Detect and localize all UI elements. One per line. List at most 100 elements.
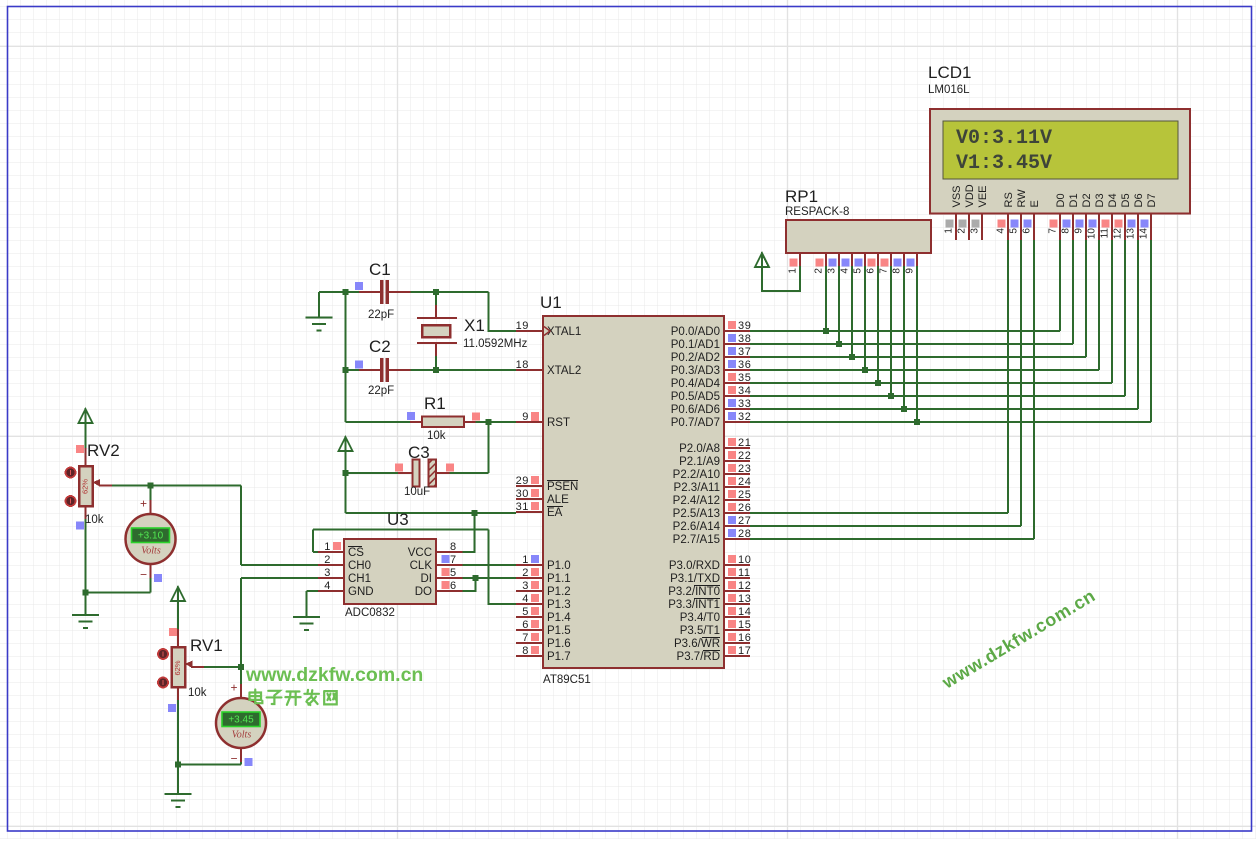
svg-text:P0.4/AD4: P0.4/AD4 bbox=[671, 378, 721, 390]
svg-text:CS: CS bbox=[348, 547, 364, 559]
svg-text:6: 6 bbox=[1022, 228, 1033, 234]
svg-text:28: 28 bbox=[738, 528, 751, 540]
svg-text:15: 15 bbox=[738, 619, 751, 631]
svg-text:www.dzkfw.com.cn: www.dzkfw.com.cn bbox=[245, 664, 423, 686]
svg-text:26: 26 bbox=[738, 502, 751, 514]
svg-text:7: 7 bbox=[1048, 228, 1059, 234]
svg-text:P3.4/T0: P3.4/T0 bbox=[680, 612, 720, 624]
svg-text:62%: 62% bbox=[173, 660, 182, 675]
svg-text:10uF: 10uF bbox=[404, 486, 430, 498]
svg-text:Volts: Volts bbox=[232, 730, 252, 741]
svg-text:18: 18 bbox=[516, 359, 529, 371]
svg-text:P1.4: P1.4 bbox=[547, 612, 571, 624]
svg-text:C2: C2 bbox=[369, 337, 391, 356]
svg-text:1: 1 bbox=[324, 541, 331, 553]
svg-text:DO: DO bbox=[415, 586, 432, 598]
svg-text:VSS: VSS bbox=[951, 185, 963, 207]
svg-text:P2.4/A12: P2.4/A12 bbox=[673, 495, 720, 507]
svg-text:XTAL1: XTAL1 bbox=[547, 326, 581, 338]
svg-text:CH0: CH0 bbox=[348, 560, 371, 572]
svg-text:P3.0/RXD: P3.0/RXD bbox=[669, 560, 720, 572]
svg-text:E: E bbox=[1029, 200, 1041, 207]
svg-text:7: 7 bbox=[879, 268, 890, 274]
svg-text:P3.5/T1: P3.5/T1 bbox=[680, 625, 720, 637]
svg-text:P3.6/WR: P3.6/WR bbox=[674, 638, 720, 650]
svg-text:8: 8 bbox=[450, 541, 457, 553]
svg-text:P2.7/A15: P2.7/A15 bbox=[673, 534, 720, 546]
svg-text:3: 3 bbox=[324, 567, 331, 579]
svg-text:−: − bbox=[230, 752, 237, 766]
svg-text:RST: RST bbox=[547, 417, 570, 429]
svg-text:11.0592MHz: 11.0592MHz bbox=[463, 338, 528, 350]
svg-text:R1: R1 bbox=[424, 394, 446, 413]
svg-text:CLK: CLK bbox=[410, 560, 433, 572]
svg-text:RESPACK-8: RESPACK-8 bbox=[785, 206, 849, 218]
svg-text:13: 13 bbox=[738, 593, 751, 605]
svg-text:27: 27 bbox=[738, 515, 751, 527]
svg-text:EA: EA bbox=[547, 507, 563, 519]
svg-text:10k: 10k bbox=[85, 514, 104, 526]
svg-text:P2.0/A8: P2.0/A8 bbox=[679, 443, 720, 455]
svg-text:VDD: VDD bbox=[964, 184, 976, 207]
svg-text:11: 11 bbox=[1100, 228, 1111, 239]
svg-text:+3.45: +3.45 bbox=[228, 715, 254, 726]
svg-text:D1: D1 bbox=[1068, 193, 1080, 207]
svg-text:P2.2/A10: P2.2/A10 bbox=[673, 469, 720, 481]
svg-text:U1: U1 bbox=[540, 293, 562, 312]
svg-text:D4: D4 bbox=[1107, 193, 1119, 207]
svg-text:14: 14 bbox=[738, 606, 751, 618]
svg-text:+: + bbox=[140, 497, 147, 511]
svg-text:P0.5/AD5: P0.5/AD5 bbox=[671, 391, 720, 403]
svg-text:V0:3.11V: V0:3.11V bbox=[956, 127, 1052, 150]
svg-text:P3.7/RD: P3.7/RD bbox=[677, 651, 720, 663]
svg-text:5: 5 bbox=[853, 268, 864, 274]
svg-text:10: 10 bbox=[1087, 228, 1098, 240]
svg-text:9: 9 bbox=[905, 268, 916, 274]
svg-text:38: 38 bbox=[738, 333, 751, 345]
svg-text:RW: RW bbox=[1016, 189, 1028, 208]
svg-text:Volts: Volts bbox=[141, 546, 161, 557]
svg-text:C1: C1 bbox=[369, 260, 391, 279]
svg-text:P0.7/AD7: P0.7/AD7 bbox=[671, 417, 720, 429]
svg-text:XTAL2: XTAL2 bbox=[547, 365, 581, 377]
svg-text:31: 31 bbox=[516, 501, 529, 513]
svg-text:13: 13 bbox=[1126, 228, 1137, 240]
svg-text:23: 23 bbox=[738, 463, 751, 475]
svg-text:P2.1/A9: P2.1/A9 bbox=[679, 456, 720, 468]
svg-text:8: 8 bbox=[1061, 228, 1072, 234]
svg-text:P2.6/A14: P2.6/A14 bbox=[673, 521, 721, 533]
svg-text:1: 1 bbox=[522, 554, 529, 566]
svg-text:39: 39 bbox=[738, 320, 751, 332]
svg-text:D6: D6 bbox=[1133, 193, 1145, 207]
svg-text:22pF: 22pF bbox=[368, 385, 394, 397]
svg-text:30: 30 bbox=[516, 488, 529, 500]
svg-text:+3.10: +3.10 bbox=[138, 531, 164, 542]
svg-text:P1.5: P1.5 bbox=[547, 625, 571, 637]
svg-text:X1: X1 bbox=[464, 316, 485, 335]
svg-text:4: 4 bbox=[996, 228, 1007, 234]
svg-text:VEE: VEE bbox=[977, 185, 989, 207]
svg-text:AT89C51: AT89C51 bbox=[543, 674, 591, 686]
svg-text:P1.0: P1.0 bbox=[547, 560, 571, 572]
svg-text:3: 3 bbox=[970, 228, 981, 234]
svg-text:6: 6 bbox=[522, 619, 529, 631]
svg-text:2: 2 bbox=[324, 554, 331, 566]
svg-text:9: 9 bbox=[1074, 228, 1085, 234]
svg-text:36: 36 bbox=[738, 359, 751, 371]
svg-text:RP1: RP1 bbox=[785, 187, 818, 206]
svg-text:D0: D0 bbox=[1055, 193, 1067, 207]
svg-text:LM016L: LM016L bbox=[928, 84, 970, 96]
svg-text:P0.1/AD1: P0.1/AD1 bbox=[671, 339, 720, 351]
svg-text:−: − bbox=[140, 568, 147, 582]
svg-text:4: 4 bbox=[522, 593, 529, 605]
svg-text:10: 10 bbox=[738, 554, 751, 566]
svg-text:4: 4 bbox=[840, 268, 851, 274]
svg-text:RV2: RV2 bbox=[87, 441, 120, 460]
svg-text:+: + bbox=[230, 681, 237, 695]
svg-text:DI: DI bbox=[421, 573, 433, 585]
svg-text:P2.3/A11: P2.3/A11 bbox=[674, 482, 720, 494]
svg-text:62%: 62% bbox=[81, 479, 90, 494]
svg-text:34: 34 bbox=[738, 385, 751, 397]
svg-text:22pF: 22pF bbox=[368, 309, 394, 321]
svg-text:P0.6/AD6: P0.6/AD6 bbox=[671, 404, 720, 416]
